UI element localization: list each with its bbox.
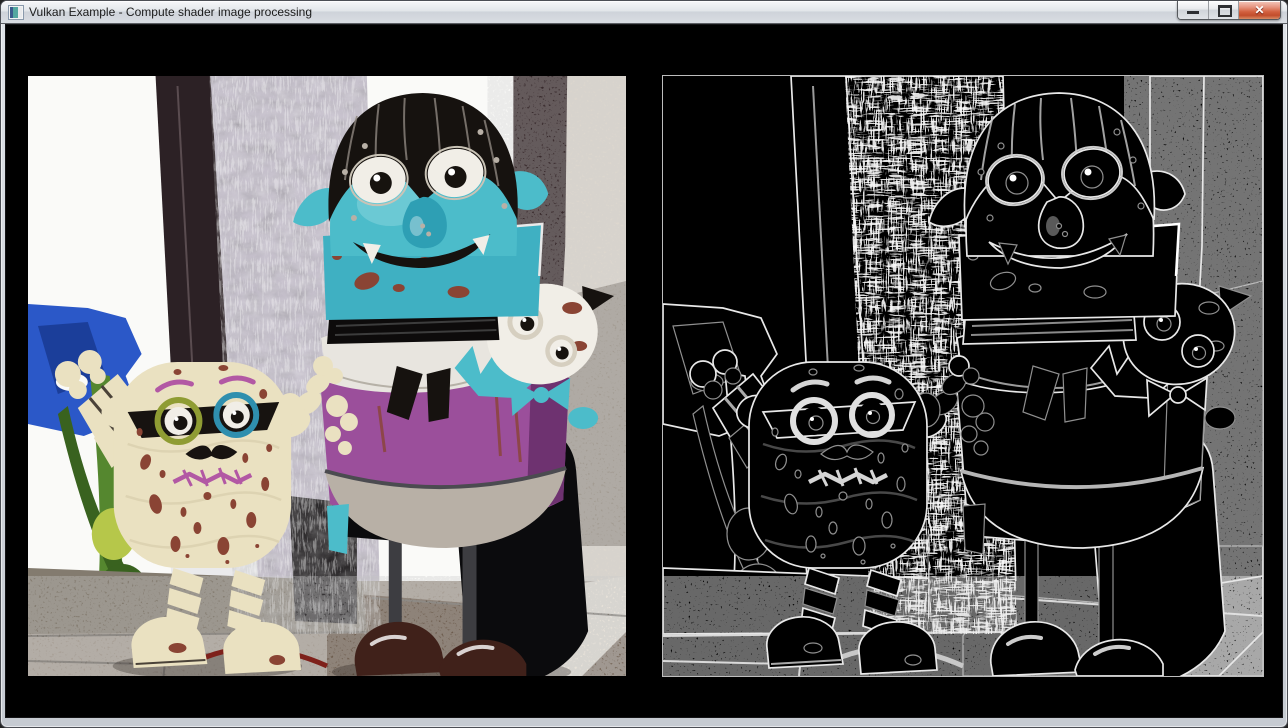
app-window: Vulkan Example - Compute shader image pr… (0, 0, 1288, 728)
app-icon (8, 5, 24, 20)
window-controls: ✕ (1177, 1, 1281, 20)
source-image (28, 76, 626, 676)
minimize-button[interactable] (1178, 1, 1208, 19)
edge-detected-image (662, 75, 1264, 677)
maximize-icon (1218, 5, 1232, 17)
close-button[interactable]: ✕ (1238, 1, 1280, 19)
maximize-button[interactable] (1208, 1, 1238, 19)
client-area (5, 24, 1283, 718)
minimize-icon (1187, 11, 1199, 14)
title-bar[interactable]: Vulkan Example - Compute shader image pr… (1, 1, 1287, 24)
close-icon: ✕ (1254, 3, 1264, 17)
window-title: Vulkan Example - Compute shader image pr… (29, 1, 312, 23)
